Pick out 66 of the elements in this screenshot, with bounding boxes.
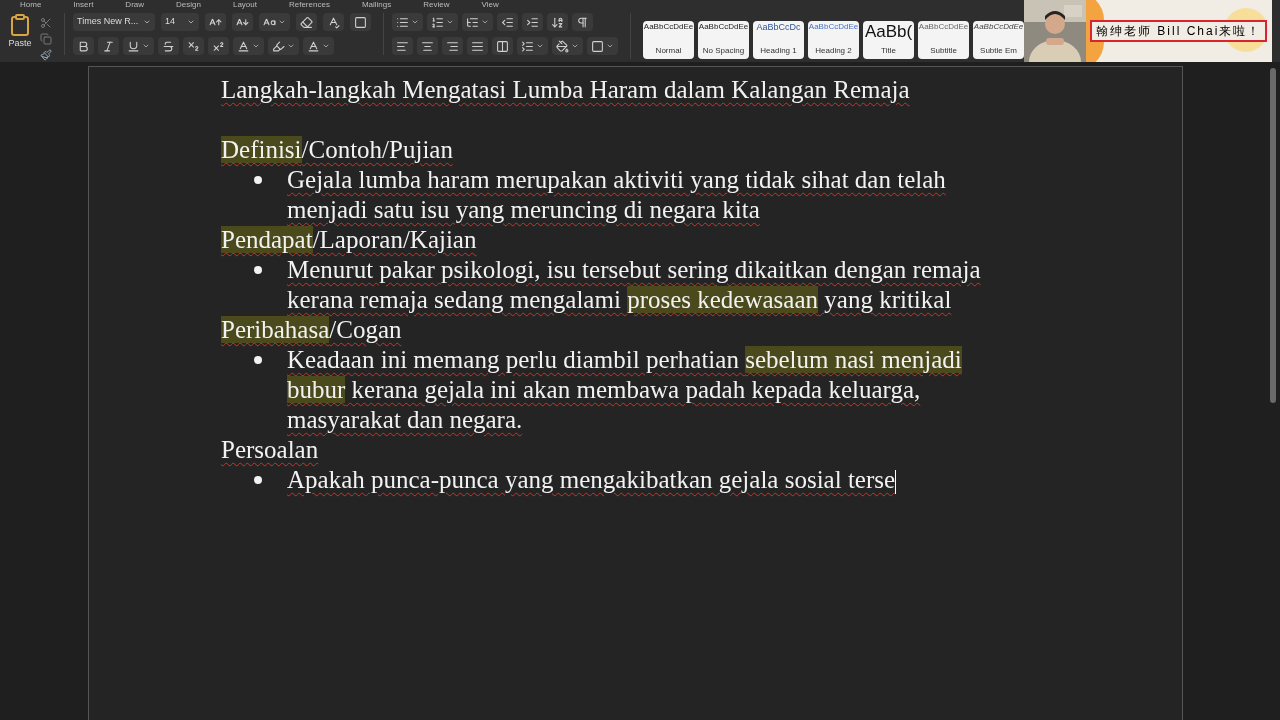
style-gallery-item[interactable]: AaBbCcDdEe Normal: [643, 21, 694, 59]
bullets-icon[interactable]: [392, 13, 423, 31]
ribbon-tab[interactable]: Draw: [125, 0, 145, 9]
style-gallery-item[interactable]: AaBbCcDdEe No Spacing: [698, 21, 749, 59]
paste-button[interactable]: Paste: [8, 13, 32, 51]
strikethrough-icon[interactable]: [158, 37, 179, 55]
increase-indent-icon[interactable]: [522, 13, 543, 31]
multilevel-list-icon[interactable]: [462, 13, 493, 31]
bullet-text: Gejala lumba haram merupakan aktiviti yang tidak sihat dan telah menjadi satu isu yang meruncing di negara kita: [287, 165, 947, 225]
document-title: Langkah-langkah Mengatasi Lumba Haram dalam Kalangan Remaja: [221, 75, 910, 105]
format-painter-icon[interactable]: [40, 49, 52, 61]
font-color-icon[interactable]: [303, 37, 334, 55]
bullet-text: Apakah punca-punca yang mengakibatkan gejala sosial terse: [287, 465, 898, 495]
section-heading: Persoalan: [221, 435, 319, 465]
style-gallery-item[interactable]: AaBb( Title: [863, 21, 914, 59]
caret-icon[interactable]: [143, 18, 151, 26]
section-heading: Pendapat/Laporan/Kajian: [221, 225, 477, 255]
sort-icon[interactable]: [547, 13, 568, 31]
italic-icon[interactable]: [98, 37, 119, 55]
caret-icon[interactable]: [187, 18, 195, 26]
bullet-icon: [254, 476, 262, 484]
numbering-icon[interactable]: [427, 13, 458, 31]
align-center-icon[interactable]: [417, 37, 438, 55]
ribbon-tab[interactable]: Review: [423, 0, 450, 9]
subscript-icon[interactable]: [183, 37, 204, 55]
bullet-icon: [254, 356, 262, 364]
bullet-icon: [254, 266, 262, 274]
ribbon-tab[interactable]: References: [288, 0, 330, 9]
superscript-icon[interactable]: [208, 37, 229, 55]
ribbon-tab[interactable]: Mailings: [361, 0, 392, 9]
align-left-icon[interactable]: [392, 37, 413, 55]
bullet-icon: [254, 176, 262, 184]
character-border-icon[interactable]: [350, 13, 371, 31]
decrease-indent-icon[interactable]: [497, 13, 518, 31]
banner-caption: 翰绅老师 Bill Chai来啦！: [1090, 20, 1268, 42]
shrink-font-icon[interactable]: [232, 13, 253, 31]
style-gallery-item[interactable]: AaBbCcDdEe Subtitle: [918, 21, 969, 59]
ribbon-tab[interactable]: Layout: [232, 0, 257, 9]
ribbon-tab[interactable]: Insert: [73, 0, 94, 9]
clear-format-icon[interactable]: [296, 13, 317, 31]
line-spacing-icon[interactable]: [517, 37, 548, 55]
ribbon-tab[interactable]: View: [481, 0, 499, 9]
style-gallery-item[interactable]: AaBbCcDdEe Subtle Em: [973, 21, 1024, 59]
style-gallery-item[interactable]: AaBbCcDc Heading 1: [753, 21, 804, 59]
bullet-text: Keadaan ini memang perlu diambil perhatian sebelum nasi menjadi bubur kerana gejala ini akan membawa padah kepada keluarga, masyarakat dan negara.: [287, 345, 963, 435]
underline-icon[interactable]: [123, 37, 154, 55]
font-size-field[interactable]: 14: [161, 13, 199, 31]
section-heading: Peribahasa/Cogan: [221, 315, 402, 345]
bold-icon[interactable]: [73, 37, 94, 55]
style-gallery-item[interactable]: AaBbCcDdEe Heading 2: [808, 21, 859, 59]
align-right-icon[interactable]: [442, 37, 463, 55]
font-name-field[interactable]: Times New R...: [73, 13, 155, 31]
highlighter-icon[interactable]: [268, 37, 299, 55]
cut-icon[interactable]: [40, 17, 52, 29]
justify-icon[interactable]: [467, 37, 488, 55]
pilcrow-icon[interactable]: [572, 13, 593, 31]
shading-icon[interactable]: [552, 37, 583, 55]
text-effects-icon[interactable]: [233, 37, 264, 55]
section-heading: Definisi/Contoh/Pujian: [221, 135, 453, 165]
change-case-icon[interactable]: [259, 13, 290, 31]
scrollbar-thumb[interactable]: [1270, 68, 1276, 403]
ribbon-tab[interactable]: Design: [176, 0, 201, 9]
ribbon-tab[interactable]: Home: [20, 0, 42, 9]
borders-icon[interactable]: [587, 37, 618, 55]
bullet-text: Menurut pakar psikologi, isu tersebut sering dikaitkan dengan remaja kerana remaja sedang mengalami proses kedewasaan yang kritikal: [287, 255, 982, 315]
grow-font-icon[interactable]: [205, 13, 226, 31]
